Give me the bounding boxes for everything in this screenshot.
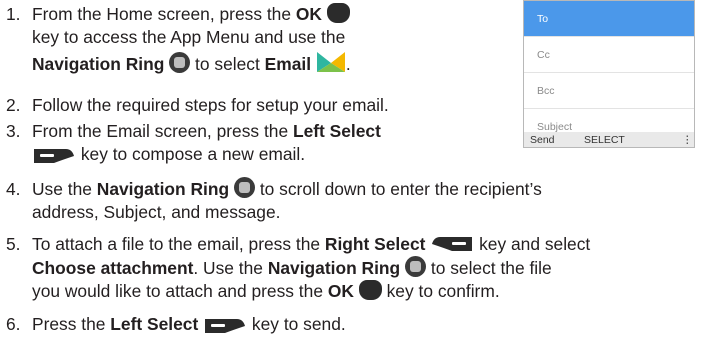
step-number: 1. <box>6 4 21 24</box>
step-text: key to access the App Menu and use the <box>32 27 346 47</box>
cc-field[interactable]: Cc <box>524 37 694 73</box>
to-field-label: To <box>537 13 549 25</box>
step-text: key to send. <box>247 314 346 334</box>
left-select-key-icon <box>205 319 246 333</box>
navigation-ring-label: Navigation Ring <box>96 179 230 199</box>
cc-field-label: Cc <box>537 49 550 61</box>
options-menu-icon[interactable]: ⋮ <box>682 134 693 146</box>
step-text: Press the <box>32 314 111 334</box>
navigation-ring-label: Navigation Ring <box>267 258 401 278</box>
step-text: Follow the required steps for setup your… <box>32 95 389 115</box>
choose-attachment-label: Choose attachment <box>32 258 194 278</box>
ok-key-label: OK <box>295 4 322 24</box>
step-2: 2. Follow the required steps for setup yo… <box>6 94 389 117</box>
ok-key-icon <box>326 3 350 23</box>
navigation-ring-icon <box>405 256 427 277</box>
step-text: . Use the <box>193 258 268 278</box>
step-text: address, Subject, and message. <box>32 202 281 222</box>
step-1: 1. From the Home screen, press the OK key… <box>6 3 351 76</box>
to-field[interactable]: To <box>524 1 694 37</box>
step-text: From the Email screen, press the <box>32 121 293 141</box>
email-label: Email <box>264 54 312 74</box>
step-text: Use the <box>32 179 97 199</box>
step-text: key and select <box>474 234 591 254</box>
step-number: 5. <box>6 234 21 254</box>
step-text: to select the file <box>426 258 552 278</box>
send-softkey[interactable]: Send <box>530 134 555 146</box>
phone-compose-screen: To Cc Bcc Subject Send SELECT ⋮ <box>523 0 695 148</box>
left-select-label: Left Select <box>110 314 199 334</box>
bcc-field-label: Bcc <box>537 85 555 97</box>
left-select-key-icon <box>34 149 74 163</box>
step-text: . <box>345 54 351 74</box>
bcc-field[interactable]: Bcc <box>524 73 694 109</box>
step-text: From the Home screen, press the <box>32 4 296 24</box>
step-3: 3. From the Email screen, press the Left … <box>6 120 381 166</box>
step-number: 6. <box>6 314 21 334</box>
step-number: 3. <box>6 121 21 141</box>
step-text: key to confirm. <box>381 281 500 301</box>
email-app-icon <box>316 52 345 72</box>
step-6: 6. Press the Left Select key to send. <box>6 313 346 336</box>
step-5: 5. To attach a file to the email, press t… <box>6 233 590 303</box>
ok-key-icon <box>358 280 382 300</box>
step-text: you would like to attach and press the <box>32 281 328 301</box>
step-text: to select <box>190 54 265 74</box>
step-text: key to compose a new email. <box>76 144 306 164</box>
step-number: 2. <box>6 95 21 115</box>
left-select-label: Left Select <box>292 121 381 141</box>
ok-key-label: OK <box>327 281 354 301</box>
navigation-ring-icon <box>233 177 255 198</box>
select-softkey[interactable]: SELECT <box>584 134 625 146</box>
step-text: to scroll down to enter the recipient’s <box>254 179 542 199</box>
navigation-ring-label: Navigation Ring <box>32 54 165 74</box>
step-4: 4. Use the Navigation Ring to scroll down… <box>6 177 542 224</box>
softkey-bar: Send SELECT ⋮ <box>524 132 694 147</box>
right-select-label: Right Select <box>324 234 426 254</box>
navigation-ring-icon <box>169 52 191 73</box>
right-select-key-icon <box>432 237 473 251</box>
step-number: 4. <box>6 179 21 199</box>
step-text: To attach a file to the email, press the <box>32 234 325 254</box>
